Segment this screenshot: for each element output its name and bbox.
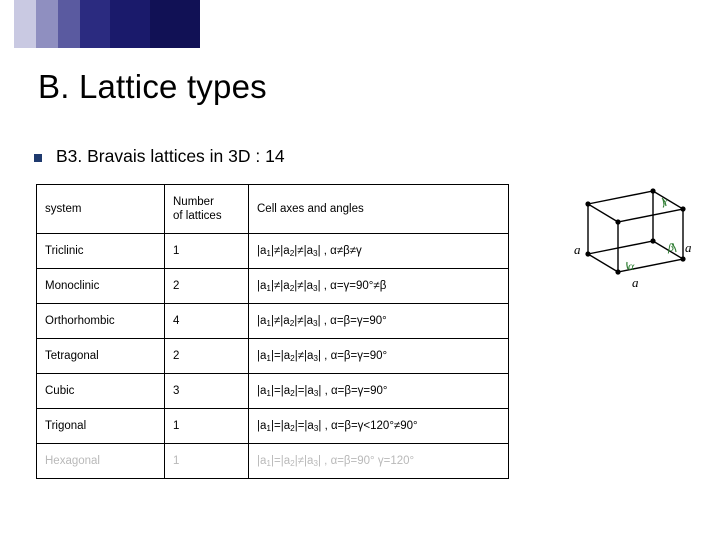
cell-top-face	[586, 190, 685, 223]
bullet-item: B3. Bravais lattices in 3D : 14	[34, 146, 285, 167]
angle-label-alpha: α	[628, 259, 635, 273]
table-row: Orthorhombic 4 |a1|≠|a2|≠|a3| , α=β=γ=90°	[36, 303, 509, 339]
column-header-cell-axes-and-angles: Cell axes and angles	[248, 184, 509, 234]
cell-system: Tetragonal	[36, 338, 165, 374]
table-row: Hexagonal 1 |a1|=|a2|≠|a3| , α=β=90° γ=120…	[36, 443, 509, 479]
decorative-block-3	[58, 0, 80, 48]
table-row: Cubic 3 |a1|=|a2|=|a3| , α=β=γ=90°	[36, 373, 509, 409]
cell-number-of-lattices: 1	[164, 233, 249, 269]
decorative-block-4	[80, 0, 110, 48]
table-header-row: system Number of lattices Cell axes and …	[36, 184, 509, 234]
bullet-item-label: B3. Bravais lattices in 3D : 14	[56, 146, 285, 166]
decorative-block-0	[0, 0, 14, 48]
unit-cell-diagram: γ β α a a a	[548, 176, 708, 306]
cell-number-of-lattices: 1	[164, 443, 249, 479]
cell-system: Monoclinic	[36, 268, 165, 304]
cell-system: Trigonal	[36, 408, 165, 444]
bravais-lattice-table: system Number of lattices Cell axes and …	[36, 184, 509, 479]
decorative-block-6	[150, 0, 200, 48]
unit-cell-svg: γ β α a a a	[574, 188, 692, 290]
column-header-system: system	[36, 184, 165, 234]
cell-axes-and-angles: |a1|≠|a2|≠|a3| , α≠β≠γ	[248, 233, 509, 269]
column-header-number-of-lattices: Number of lattices	[164, 184, 249, 234]
cell-system: Triclinic	[36, 233, 165, 269]
axis-label-a-right: a	[685, 240, 692, 255]
page-title: B. Lattice types	[38, 68, 267, 105]
axis-label-a-bottom: a	[632, 275, 639, 290]
cell-axes-and-angles: |a1|=|a2|=|a3| , α=β=γ=90°	[248, 373, 509, 409]
decorative-block-1	[14, 0, 36, 48]
decorative-block-5	[110, 0, 150, 48]
table-row: Tetragonal 2 |a1|=|a2|≠|a3| , α=β=γ=90°	[36, 338, 509, 374]
bullet-square-icon	[34, 153, 42, 162]
angle-label-gamma: γ	[662, 194, 667, 208]
cell-number-of-lattices: 3	[164, 373, 249, 409]
cell-axes-and-angles: |a1|≠|a2|≠|a3| , α=β=γ=90°	[248, 303, 509, 339]
table-row: Monoclinic 2 |a1|≠|a2|≠|a3| , α=γ=90°≠β	[36, 268, 509, 304]
decorative-header-bar	[0, 0, 200, 48]
table-body: Triclinic 1 |a1|≠|a2|≠|a3| , α≠β≠γ Monoclin…	[36, 233, 509, 479]
column-header-number-line1: Number	[173, 195, 214, 208]
cell-system: Orthorhombic	[36, 303, 165, 339]
cell-number-of-lattices: 2	[164, 268, 249, 304]
table-row: Triclinic 1 |a1|≠|a2|≠|a3| , α≠β≠γ	[36, 233, 509, 269]
column-header-number-line2: of lattices	[173, 210, 222, 222]
cell-axes-and-angles: |a1|≠|a2|≠|a3| , α=γ=90°≠β	[248, 268, 509, 304]
cell-system: Hexagonal	[36, 443, 165, 479]
cell-number-of-lattices: 2	[164, 338, 249, 374]
cell-axes-and-angles: |a1|=|a2|=|a3| , α=β=γ<120°≠90°	[248, 408, 509, 444]
cell-axes-and-angles: |a1|=|a2|≠|a3| , α=β=γ=90°	[248, 338, 509, 374]
angle-label-beta: β	[667, 240, 674, 254]
table-row: Trigonal 1 |a1|=|a2|=|a3| , α=β=γ<120°≠90°	[36, 408, 509, 444]
cell-number-of-lattices: 1	[164, 408, 249, 444]
axis-label-a-left: a	[574, 242, 581, 257]
cell-axes-and-angles: |a1|=|a2|≠|a3| , α=β=90° γ=120°	[248, 443, 509, 479]
cell-system: Cubic	[36, 373, 165, 409]
decorative-block-2	[36, 0, 58, 48]
cell-number-of-lattices: 4	[164, 303, 249, 339]
